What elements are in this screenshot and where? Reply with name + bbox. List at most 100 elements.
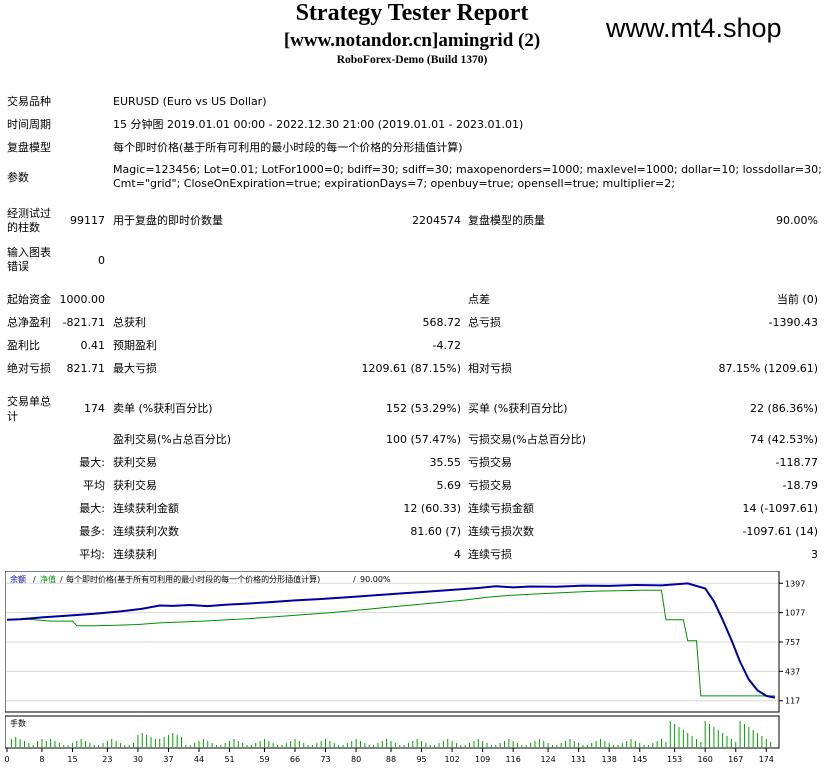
legend-model: 每个即时价格(基于所有可利用的最小时段的每一个价格的分形插值计算)	[66, 574, 320, 584]
profit-trades-label: 盈利交易(%占总百分比)	[113, 433, 232, 446]
x-tick-label: 95	[416, 755, 426, 764]
balance-chart: 余额 / 净值 / 每个即时价格(基于所有可利用的最小时段的每一个价格的分形插值…	[5, 571, 821, 769]
x-tick-label: 124	[540, 755, 555, 764]
max-consecutive-wins-value: 12 (60.33)	[403, 502, 461, 515]
deposit-value: 1000.00	[59, 293, 106, 306]
legend-separator-3: /	[353, 575, 356, 584]
model-value: 每个即时价格(基于所有可利用的最小时段的每一个价格的分形插值计算)	[113, 141, 463, 154]
params-line-1: Magic=123456; Lot=0.01; LotFor1000=0; bd…	[113, 163, 822, 176]
server-build: RoboForex-Demo (Build 1370)	[336, 54, 488, 66]
maximal-drawdown-label: 最大亏损	[113, 362, 157, 375]
max-consecutive-loss-label: 连续亏损次数	[468, 525, 534, 538]
average-consecutive-wins-value: 4	[454, 548, 461, 561]
period-label: 时间周期	[7, 118, 51, 131]
total-trades-label-line-2: 计	[7, 410, 18, 423]
largest-loss-value: -118.77	[775, 456, 818, 469]
net-profit-value: -821.71	[62, 316, 105, 329]
y-tick-labels: 1397 1077 757 437 117	[779, 579, 805, 706]
x-tick-label: 167	[728, 755, 743, 764]
x-tick-label: 138	[602, 755, 617, 764]
x-tick-label: 37	[163, 755, 173, 764]
legend-separator-1: /	[33, 575, 36, 584]
relative-drawdown-value: 87.15% (1209.61)	[718, 362, 818, 375]
params-label: 参数	[7, 171, 29, 184]
bars-label-line-1: 经测试过	[7, 207, 51, 220]
spread-label: 点差	[468, 293, 490, 306]
gross-loss-label: 总亏损	[468, 316, 501, 329]
ticks-value: 2204574	[412, 214, 461, 227]
average-consecutive-label: 平均:	[79, 548, 105, 561]
max-consecutive-label: 最大:	[79, 502, 105, 515]
quality-label: 复盘模型的质量	[468, 214, 545, 227]
x-tick-label: 73	[320, 755, 330, 764]
total-trades-value: 174	[84, 402, 105, 415]
bars-label-line-2: 的柱数	[7, 221, 40, 234]
volume-plot-frame	[5, 715, 780, 749]
gross-profit-label: 总获利	[113, 316, 146, 329]
x-tick-label: 51	[224, 755, 234, 764]
max-consecutive-amount-label: 最多:	[79, 525, 105, 538]
legend-quality: 90.00%	[360, 575, 391, 584]
average-profit-label: 获利交易	[113, 479, 157, 492]
bars-value: 99117	[70, 214, 105, 227]
errors-value: 0	[98, 254, 105, 267]
average-label: 平均	[83, 479, 105, 492]
x-tick-label: 88	[386, 755, 396, 764]
x-tick-label: 160	[698, 755, 713, 764]
y-tick-label: 1077	[785, 609, 805, 618]
profit-factor-value: 0.41	[80, 339, 106, 352]
max-consecutive-losses-value: 14 (-1097.61)	[742, 502, 818, 515]
expected-payoff-value: -4.72	[432, 339, 461, 352]
long-positions-value: 22 (86.36%)	[749, 402, 818, 415]
max-consecutive-wins-label: 连续获利金额	[113, 502, 179, 515]
largest-label: 最大:	[79, 456, 105, 469]
y-tick-label: 117	[785, 697, 800, 706]
x-tick-label: 0	[5, 755, 10, 764]
average-profit-value: 5.69	[436, 479, 462, 492]
errors-label-line-1: 输入图表	[7, 246, 51, 259]
long-positions-label: 买单 (%获利百分比)	[468, 402, 568, 415]
average-loss-label: 亏损交易	[468, 479, 512, 492]
params-line-2: Cmt="grid"; CloseOnExpiration=true; expi…	[113, 177, 675, 190]
expected-payoff-label: 预期盈利	[113, 339, 157, 352]
x-tick-label: 80	[351, 755, 361, 764]
quality-value: 90.00%	[776, 214, 818, 227]
profit-trades-value: 100 (57.47%)	[385, 433, 461, 446]
errors-label-line-2: 错误	[7, 260, 29, 273]
period-value: 15 分钟图 2019.01.01 00:00 - 2022.12.30 21:…	[113, 118, 524, 131]
max-consecutive-losses-label: 连续亏损金额	[468, 502, 534, 515]
profit-factor-label: 盈利比	[7, 339, 40, 352]
loss-trades-value: 74 (42.53%)	[749, 433, 818, 446]
legend-balance: 余额	[10, 574, 26, 584]
x-tick-label: 15	[67, 755, 77, 764]
maximal-drawdown-value: 1209.61 (87.15%)	[361, 362, 461, 375]
y-tick-label: 757	[785, 638, 800, 647]
x-tick-label: 153	[667, 755, 682, 764]
average-consecutive-losses-value: 3	[811, 548, 818, 561]
average-consecutive-losses-label: 连续亏损	[468, 548, 512, 561]
y-tick-label: 1397	[785, 579, 805, 588]
volume-label: 手数	[10, 718, 26, 728]
average-consecutive-wins-label: 连续获利	[113, 548, 157, 561]
largest-profit-value: 35.55	[429, 456, 462, 469]
gross-loss-value: -1390.43	[768, 316, 818, 329]
x-tick-label: 102	[444, 755, 459, 764]
largest-loss-label: 亏损交易	[468, 456, 512, 469]
x-tick-label: 66	[290, 755, 300, 764]
total-trades-label-line-1: 交易单总	[7, 395, 51, 408]
symbol-label: 交易品种	[7, 95, 51, 108]
balance-chart-svg: 余额 / 净值 / 每个即时价格(基于所有可利用的最小时段的每一个价格的分形插值…	[5, 571, 805, 764]
x-tick-label: 30	[133, 755, 143, 764]
x-tick-label: 116	[506, 755, 521, 764]
average-loss-value: -18.79	[782, 479, 818, 492]
x-tick-label: 174	[759, 755, 774, 764]
legend-separator-2: /	[60, 575, 63, 584]
x-tick-label: 131	[571, 755, 586, 764]
short-positions-label: 卖单 (%获利百分比)	[113, 402, 213, 415]
x-tick-label: 23	[102, 755, 112, 764]
largest-profit-label: 获利交易	[113, 456, 157, 469]
watermark: www.mt4.shop	[606, 13, 782, 43]
ticks-label: 用于复盘的即时价数量	[113, 214, 223, 227]
relative-drawdown-label: 相对亏损	[468, 362, 512, 375]
x-tick-label: 145	[632, 755, 647, 764]
